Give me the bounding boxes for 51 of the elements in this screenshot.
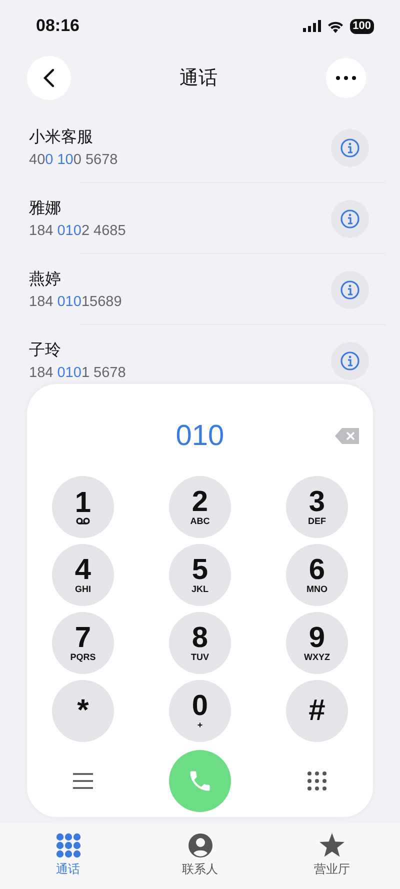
info-button[interactable] [331, 342, 369, 380]
contact-name: 雅娜 [29, 198, 62, 218]
contact-name: 燕婷 [29, 270, 62, 290]
dial-key[interactable]: 8 TUV [169, 612, 231, 674]
menu-icon [73, 773, 93, 789]
info-icon [340, 138, 360, 158]
phone-number: 184 0102 4685 [29, 222, 126, 238]
info-button[interactable] [331, 200, 369, 238]
dial-key[interactable]: 9 WXYZ [286, 612, 348, 674]
dial-key[interactable]: 1 [52, 476, 114, 538]
menu-button[interactable] [73, 773, 93, 789]
contact-name: 小米客服 [29, 128, 94, 148]
dial-key[interactable]: 7 PQRS [52, 612, 114, 674]
signal-icon [302, 20, 321, 32]
tab[interactable]: 营业厅 [264, 833, 400, 878]
wifi-icon [326, 20, 344, 32]
dial-key[interactable]: 3 DEF [286, 476, 348, 538]
more-icon [336, 76, 356, 80]
phone-number: 184 01015689 [29, 294, 122, 310]
info-icon [340, 350, 360, 370]
dial-key[interactable]: 0 + [169, 680, 231, 742]
backspace-button[interactable] [335, 428, 359, 444]
dialed-number: 010 [176, 420, 224, 452]
info-button[interactable] [331, 128, 369, 166]
star-icon [319, 833, 345, 858]
voicemail-icon [76, 517, 90, 525]
keypad-button[interactable] [307, 771, 327, 791]
more-button[interactable] [326, 58, 366, 98]
dial-key[interactable]: 2 ABC [169, 476, 231, 538]
phone-number: 400 100 5678 [29, 152, 118, 168]
grid-icon [56, 833, 80, 858]
back-button[interactable] [27, 56, 71, 100]
dial-key[interactable]: 4 GHI [52, 544, 114, 606]
dial-key[interactable]: # [286, 680, 348, 742]
info-icon [340, 280, 360, 300]
status-time: 08:16 [36, 16, 80, 36]
chevron-left-icon [43, 68, 55, 88]
dial-key[interactable]: 5 JKL [169, 544, 231, 606]
page-title: 通话 [180, 67, 218, 91]
battery-level: 100 [350, 18, 374, 34]
backspace-icon [335, 428, 359, 444]
tab[interactable]: 联系人 [136, 833, 264, 878]
person-icon [188, 833, 212, 858]
dial-key[interactable]: 6 MNO [286, 544, 348, 606]
keypad-icon [307, 771, 327, 791]
info-icon [340, 208, 360, 228]
tab[interactable]: 通话 [0, 833, 136, 878]
info-button[interactable] [331, 270, 369, 308]
contact-name: 子玲 [29, 340, 62, 360]
phone-number: 184 0101 5678 [29, 364, 126, 380]
dial-key[interactable]: * [52, 680, 114, 742]
